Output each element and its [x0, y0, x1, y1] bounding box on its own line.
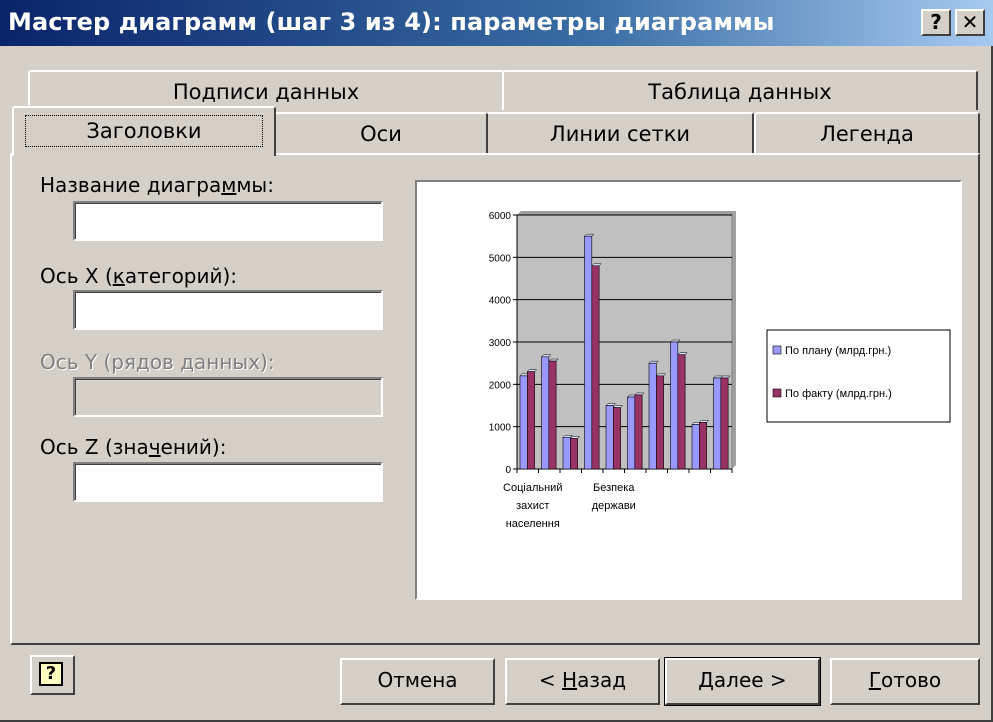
bar	[634, 394, 643, 470]
z-axis-label: Ось Z (значений):	[40, 435, 227, 459]
bar	[627, 396, 636, 470]
chart-title-label: Название диаграммы:	[40, 173, 274, 197]
office-assistant-button[interactable]: ?	[30, 655, 75, 695]
chart-title-input[interactable]	[73, 201, 383, 241]
y-tick-label: 6000	[489, 211, 512, 222]
help-icon: ?	[39, 662, 63, 686]
bar-top	[612, 405, 624, 408]
bar	[591, 265, 600, 470]
bar	[648, 362, 657, 470]
legend-swatch	[772, 345, 782, 355]
z-axis-input[interactable]	[73, 462, 383, 502]
x-tick-label: держави	[592, 500, 636, 512]
bar	[570, 438, 578, 470]
x-tick-label: Безпека	[593, 482, 635, 494]
tab-gridlines[interactable]: Линии сетки	[486, 112, 754, 154]
chart-wizard-dialog: Мастер диаграмм (шаг 3 из 4): параметры …	[0, 0, 993, 722]
bar	[613, 407, 621, 470]
legend-label: По плану (млрд.грн.)	[785, 345, 891, 357]
x-tick-label: Соціальний	[503, 482, 562, 494]
bar	[519, 375, 528, 470]
x-tick-label: населення	[506, 518, 560, 530]
tab-label: Заголовки	[25, 115, 263, 147]
legend-swatch	[772, 388, 782, 398]
bar	[691, 424, 700, 470]
legend-label: По факту (млрд.грн.)	[785, 388, 892, 400]
help-title-button[interactable]: ?	[921, 9, 951, 36]
dialog-title: Мастер диаграмм (шаг 3 из 4): параметры …	[8, 8, 775, 36]
bar	[677, 354, 686, 470]
tab-titles[interactable]: Заголовки	[12, 106, 276, 156]
y-tick-label: 0	[505, 465, 511, 476]
title-bar: Мастер диаграмм (шаг 3 из 4): параметры …	[0, 0, 993, 46]
next-button[interactable]: Далее >	[664, 657, 821, 706]
tab-axes[interactable]: Оси	[274, 112, 488, 154]
y-axis-label: Ось Y (рядов данных):	[40, 350, 275, 374]
y-tick-label: 2000	[489, 380, 512, 391]
legend-box	[766, 329, 951, 423]
chart-preview: 0 1000 2000 3000 4000 5000 6000 Соціальний захис…	[415, 180, 962, 600]
finish-button[interactable]: Готово	[830, 658, 980, 705]
bar	[584, 235, 593, 470]
cancel-button[interactable]: Отмена	[340, 658, 495, 705]
y-axis-input	[73, 377, 383, 417]
bar	[605, 405, 614, 470]
bar	[670, 341, 679, 470]
x-tick-label: захист	[516, 500, 549, 512]
y-tick-label: 1000	[489, 423, 512, 434]
bar	[548, 360, 557, 470]
tab-data-labels[interactable]: Подписи данных	[28, 70, 504, 110]
chart-preview-svg: 0 1000 2000 3000 4000 5000 6000 Соціальний захис…	[489, 211, 951, 530]
tab-label: Линии сетки	[549, 122, 691, 146]
back-button[interactable]: < Назад	[505, 658, 660, 705]
bar	[713, 377, 722, 470]
tab-legend[interactable]: Легенда	[754, 112, 980, 154]
tab-label: Легенда	[820, 122, 914, 146]
tab-label: Оси	[360, 122, 402, 146]
bar	[720, 377, 729, 470]
bar	[656, 375, 664, 470]
y-tick-label: 5000	[489, 253, 512, 264]
y-tick-label: 3000	[489, 338, 512, 349]
y-tick-label: 4000	[489, 296, 512, 307]
bar	[699, 422, 707, 470]
tab-label: Таблица данных	[648, 80, 832, 104]
tab-data-table[interactable]: Таблица данных	[502, 70, 978, 110]
close-button[interactable]: ✕	[955, 9, 985, 36]
x-axis-input[interactable]	[73, 290, 383, 330]
bar	[541, 356, 550, 470]
bar	[527, 371, 535, 470]
bar	[562, 436, 571, 470]
x-axis-label: Ось X (категорий):	[40, 264, 238, 288]
